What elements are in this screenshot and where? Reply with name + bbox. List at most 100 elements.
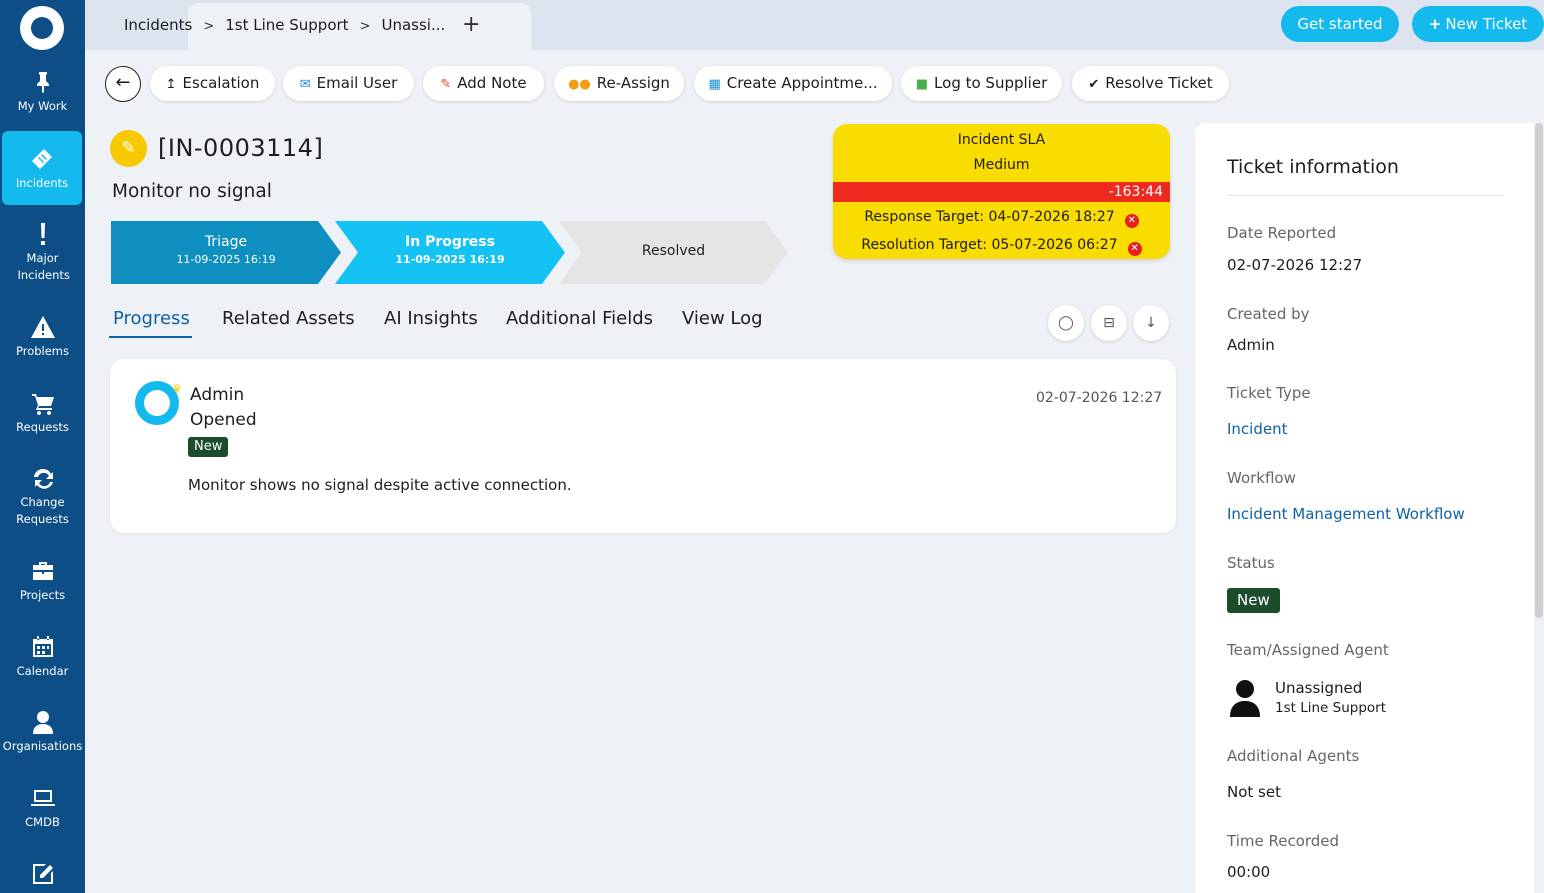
date-reported-label: Date Reported bbox=[1227, 224, 1337, 242]
sidebar-item-more[interactable] bbox=[0, 862, 85, 890]
sla-panel: Incident SLA Medium -163:44 Response Tar… bbox=[833, 124, 1170, 259]
button-label: Log to Supplier bbox=[934, 74, 1048, 92]
email-user-button[interactable]: ✉ Email User bbox=[283, 66, 414, 101]
sla-resolution-row: Resolution Target: 05-07-2026 06:27 ✕ bbox=[833, 237, 1170, 256]
progress-date: 02-07-2026 12:27 bbox=[1036, 390, 1163, 406]
sidebar-item-label: Requests bbox=[16, 420, 69, 434]
button-label: Escalation bbox=[182, 74, 260, 92]
collapse-icon: ⊟ bbox=[1103, 315, 1115, 331]
add-note-button[interactable]: ✎ Add Note bbox=[423, 66, 544, 101]
team-agent-label: Team/Assigned Agent bbox=[1227, 641, 1389, 659]
time-recorded-label: Time Recorded bbox=[1227, 832, 1340, 850]
refresh-icon bbox=[31, 466, 55, 490]
log-to-supplier-button[interactable]: ■ Log to Supplier bbox=[901, 66, 1062, 101]
app-logo[interactable] bbox=[20, 6, 64, 50]
escalation-button[interactable]: ↥ Escalation bbox=[150, 66, 275, 101]
chevron-right-icon: > bbox=[359, 19, 371, 34]
status-badge: New bbox=[188, 437, 229, 457]
new-ticket-button[interactable]: + New Ticket bbox=[1412, 6, 1544, 42]
sidebar-item-calendar[interactable]: Calendar bbox=[0, 635, 85, 680]
user-icon bbox=[31, 710, 55, 734]
workflow-label: Workflow bbox=[1227, 469, 1296, 487]
tab-view-log[interactable]: View Log bbox=[682, 308, 763, 329]
envelope-icon: ✉ bbox=[299, 77, 311, 92]
crown-icon: ♛ bbox=[172, 382, 182, 395]
arrow-left-icon: ← bbox=[115, 72, 131, 93]
ticket-icon bbox=[30, 147, 54, 171]
status-value-badge[interactable]: New bbox=[1227, 588, 1280, 613]
sidebar: My Work Incidents Major Incidents Proble… bbox=[0, 0, 85, 893]
sidebar-item-label: Calendar bbox=[16, 664, 69, 678]
truck-icon: ■ bbox=[915, 77, 929, 92]
sort-button[interactable]: ↓ bbox=[1133, 305, 1169, 341]
sla-remaining: -163:44 bbox=[833, 182, 1170, 202]
sidebar-item-requests[interactable]: Requests bbox=[0, 391, 85, 436]
sla-title: Incident SLA bbox=[957, 132, 1046, 148]
breached-icon: ✕ bbox=[1127, 242, 1142, 256]
get-started-button[interactable]: Get started bbox=[1281, 6, 1399, 42]
comment-button[interactable]: ◯ bbox=[1048, 305, 1084, 341]
new-ticket-label: New Ticket bbox=[1445, 15, 1528, 33]
collapse-button[interactable]: ⊟ bbox=[1091, 305, 1127, 341]
plus-icon: + bbox=[1428, 15, 1442, 33]
progress-action: Opened bbox=[190, 410, 257, 430]
sidebar-item-label: Projects bbox=[19, 588, 66, 602]
stage-name: Resolved bbox=[641, 243, 706, 259]
button-label: Email User bbox=[316, 74, 398, 92]
ticket-type-link[interactable]: Incident bbox=[1227, 420, 1287, 438]
exclamation-icon bbox=[31, 222, 55, 246]
create-appointment-button[interactable]: ▦ Create Appointme... bbox=[694, 66, 892, 101]
comment-icon: ◯ bbox=[1058, 315, 1074, 331]
sidebar-item-label: Organisations bbox=[2, 739, 83, 753]
created-by-value: Admin bbox=[1227, 336, 1275, 354]
warning-icon bbox=[30, 315, 55, 339]
pin-icon bbox=[31, 70, 55, 94]
sidebar-item-label: CMDB bbox=[25, 815, 60, 829]
tab-related-assets[interactable]: Related Assets bbox=[222, 308, 355, 329]
users-icon: ●● bbox=[568, 77, 591, 92]
active-tab-indicator bbox=[109, 336, 192, 338]
sidebar-item-incidents[interactable]: Incidents bbox=[2, 131, 82, 205]
reassign-button[interactable]: ●● Re-Assign bbox=[554, 66, 684, 101]
sla-resolution-target: Resolution Target: 05-07-2026 06:27 bbox=[861, 237, 1118, 253]
breadcrumb-item[interactable]: Unassi... bbox=[381, 16, 445, 34]
stage-resolved[interactable]: Resolved bbox=[559, 221, 788, 284]
sidebar-item-problems[interactable]: Problems bbox=[0, 315, 85, 360]
edit-icon bbox=[31, 862, 55, 886]
additional-agents-value[interactable]: Not set bbox=[1227, 783, 1281, 801]
panel-scrollbar[interactable] bbox=[1535, 123, 1543, 618]
resolve-ticket-button[interactable]: ✔ Resolve Ticket bbox=[1072, 66, 1229, 101]
briefcase-icon bbox=[31, 559, 55, 583]
sidebar-item-label: Major Incidents bbox=[17, 251, 70, 282]
sidebar-item-my-work[interactable]: My Work bbox=[0, 70, 85, 115]
sidebar-item-major-incidents[interactable]: Major Incidents bbox=[0, 222, 85, 284]
sidebar-item-change-requests[interactable]: Change Requests bbox=[0, 466, 85, 528]
back-button[interactable]: ← bbox=[105, 66, 141, 102]
sidebar-item-projects[interactable]: Projects bbox=[0, 559, 85, 604]
stage-in-progress[interactable]: In Progress 11-09-2025 16:19 bbox=[335, 221, 565, 284]
ticket-type-label: Ticket Type bbox=[1227, 384, 1311, 402]
cart-icon bbox=[31, 391, 55, 415]
note-icon: ✎ bbox=[440, 77, 452, 92]
time-recorded-value: 00:00 bbox=[1227, 863, 1271, 881]
tab-additional-fields[interactable]: Additional Fields bbox=[506, 308, 653, 329]
sla-response-target: Response Target: 04-07-2026 18:27 bbox=[864, 209, 1115, 225]
button-label: Add Note bbox=[457, 74, 527, 92]
tab-ai-insights[interactable]: AI Insights bbox=[384, 308, 478, 329]
chevron-right-icon: > bbox=[203, 19, 215, 34]
stage-date: 11-09-2025 16:19 bbox=[395, 253, 505, 266]
sidebar-item-organisations[interactable]: Organisations bbox=[0, 710, 85, 755]
stage-triage[interactable]: Triage 11-09-2025 16:19 bbox=[111, 221, 341, 284]
add-tab-button[interactable]: + bbox=[462, 12, 480, 37]
workflow-link[interactable]: Incident Management Workflow bbox=[1227, 505, 1465, 523]
tab-progress[interactable]: Progress bbox=[113, 308, 190, 329]
breadcrumb-item[interactable]: Incidents bbox=[124, 16, 192, 34]
date-reported-value: 02-07-2026 12:27 bbox=[1227, 256, 1363, 274]
assigned-agent[interactable]: Unassigned bbox=[1275, 679, 1362, 697]
stage-date: 11-09-2025 16:19 bbox=[176, 253, 276, 266]
laptop-icon bbox=[30, 786, 55, 810]
calendar-icon: ▦ bbox=[708, 77, 721, 92]
additional-agents-label: Additional Agents bbox=[1227, 747, 1360, 765]
sidebar-item-cmdb[interactable]: CMDB bbox=[0, 786, 85, 831]
breadcrumb-item[interactable]: 1st Line Support bbox=[225, 16, 348, 34]
